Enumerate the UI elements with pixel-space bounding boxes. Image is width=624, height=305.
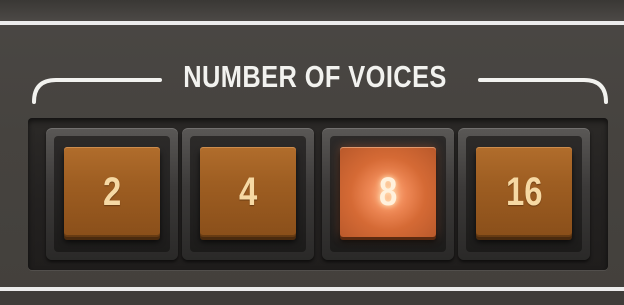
voice-button-frame: 4	[182, 128, 314, 260]
voice-button-label: 8	[378, 169, 398, 214]
voice-button-label: 2	[102, 169, 122, 214]
bottom-strip	[0, 291, 624, 305]
section-title: NUMBER OF VOICES	[183, 59, 447, 94]
voice-button-frame: 8	[322, 128, 454, 260]
voice-button-16[interactable]: 16	[476, 147, 572, 237]
voice-button-8[interactable]: 8	[340, 147, 436, 237]
voice-button-label: 4	[238, 169, 258, 214]
voices-panel: NUMBER OF VOICES 2 4 8 16	[0, 0, 624, 305]
voice-button-label: 16	[505, 169, 543, 214]
voice-button-frame: 2	[46, 128, 178, 260]
voice-button-4[interactable]: 4	[200, 147, 296, 237]
voice-button-frame: 16	[458, 128, 590, 260]
top-divider	[0, 21, 624, 25]
top-strip	[0, 0, 624, 20]
voice-button-2[interactable]: 2	[64, 147, 160, 237]
